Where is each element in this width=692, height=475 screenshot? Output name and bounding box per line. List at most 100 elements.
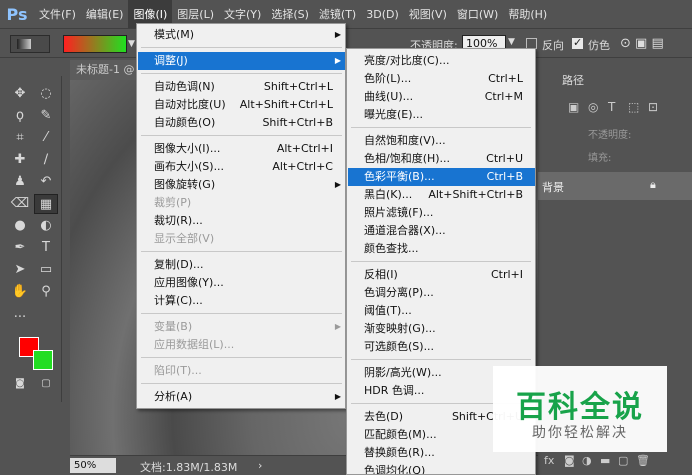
image-menu-item[interactable]: 自动颜色(O) Shift+Ctrl+B xyxy=(138,114,345,132)
crop-tool-icon[interactable]: ⌗ xyxy=(8,128,32,148)
dither-label: 仿色 xyxy=(588,39,610,52)
eyedropper-tool-icon[interactable]: ⁄ xyxy=(34,128,58,148)
adjustment-layer-icon[interactable]: ◑ xyxy=(582,454,592,467)
adjust-menu-item[interactable]: 照片滤镜(F)... xyxy=(348,204,535,222)
lasso-tool-icon[interactable]: ϙ xyxy=(8,106,32,126)
adjust-menu-item[interactable]: 自然饱和度(V)... xyxy=(348,132,535,150)
image-menu-item-label: 应用图像(Y)... xyxy=(154,276,224,289)
chevron-down-icon[interactable]: ▼ xyxy=(508,37,515,47)
chevron-right-icon[interactable]: › xyxy=(258,459,262,472)
layer-row[interactable]: 背景 🔒︎ xyxy=(538,172,692,200)
image-menu-item[interactable]: 图像大小(I)... Alt+Ctrl+I xyxy=(138,140,345,158)
new-layer-icon[interactable]: ▢ xyxy=(618,454,628,467)
type-filter-icon[interactable]: T xyxy=(608,100,615,114)
adjust-menu-item[interactable]: 色调均化(Q) xyxy=(348,462,535,474)
clone-stamp-tool-icon[interactable]: ♟ xyxy=(8,172,32,192)
dither-checkbox[interactable] xyxy=(572,36,583,49)
adjust-menu-item[interactable]: 色调分离(P)... xyxy=(348,284,535,302)
chevron-right-icon: ▶ xyxy=(334,30,341,39)
layer-filter-icons[interactable]: ▣ ◎ T ⬚ ⊡ xyxy=(538,96,692,120)
image-menu-item-label: 变量(B) xyxy=(154,320,193,333)
shape-filter-icon[interactable]: ⬚ xyxy=(628,100,639,114)
image-menu-item[interactable]: 图像旋转(G) ▶ xyxy=(138,176,345,194)
chevron-right-icon: ▶ xyxy=(334,322,341,331)
image-filter-icon[interactable]: ▣ xyxy=(568,100,579,114)
menu-edit[interactable]: 编辑(E) xyxy=(81,0,129,28)
zoom-level-input[interactable]: 50% xyxy=(70,458,116,473)
adjust-menu-item-label: 亮度/对比度(C)... xyxy=(364,54,450,67)
zoom-tool-icon[interactable]: ⚲ xyxy=(34,282,58,302)
brush-tool-icon[interactable]: ∕ xyxy=(34,150,58,170)
move-tool-icon[interactable]: ✥ xyxy=(8,84,32,104)
document-tab[interactable]: 未标题-1 @ xyxy=(70,60,136,80)
image-menu-item[interactable]: 应用图像(Y)... xyxy=(138,274,345,292)
workspace-icons[interactable]: ⊙ ▣ ▤ xyxy=(620,36,664,51)
panel-tabs: 路径 xyxy=(538,68,692,90)
adjust-menu-item-shortcut: Ctrl+L xyxy=(488,72,523,85)
adjust-menu-item-shortcut: Alt+Shift+Ctrl+B xyxy=(428,188,523,201)
adjust-menu-item[interactable]: 色彩平衡(B)... Ctrl+B xyxy=(348,168,535,186)
menu-separator xyxy=(141,73,342,74)
adjust-filter-icon[interactable]: ◎ xyxy=(588,100,598,114)
dodge-tool-icon[interactable]: ◐ xyxy=(34,216,58,236)
menu-window[interactable]: 窗口(W) xyxy=(452,0,503,28)
magic-wand-tool-icon[interactable]: ✎ xyxy=(34,106,58,126)
menu-3d[interactable]: 3D(D) xyxy=(361,0,404,28)
folder-icon[interactable]: ▬ xyxy=(600,454,610,467)
adjust-menu-item[interactable]: 色相/饱和度(H)... Ctrl+U xyxy=(348,150,535,168)
image-menu-item[interactable]: 分析(A) ▶ xyxy=(138,388,345,406)
adjust-menu-item-label: 替换颜色(R)... xyxy=(364,446,435,459)
blur-tool-icon[interactable]: ● xyxy=(8,216,32,236)
tab-paths[interactable]: 路径 xyxy=(562,72,584,88)
image-menu-item[interactable]: 调整(J) ▶ xyxy=(138,52,345,70)
healing-brush-tool-icon[interactable]: ✚ xyxy=(8,150,32,170)
mask-icon[interactable]: ◙ xyxy=(564,454,575,467)
marquee-tool-icon[interactable]: ◌ xyxy=(34,84,58,104)
panel-bottom-icons[interactable]: fx ◙ ◑ ▬ ▢ 🗑︎ xyxy=(538,450,692,472)
tool-preset-picker[interactable] xyxy=(10,35,50,53)
adjust-menu-item[interactable]: 黑白(K)... Alt+Shift+Ctrl+B xyxy=(348,186,535,204)
image-menu-item[interactable]: 复制(D)... xyxy=(138,256,345,274)
gradient-swatch[interactable] xyxy=(63,35,127,53)
background-color-swatch[interactable] xyxy=(33,350,53,370)
adjust-menu-item[interactable]: 阈值(T)... xyxy=(348,302,535,320)
adjust-menu-item[interactable]: 渐变映射(G)... xyxy=(348,320,535,338)
quick-mask-icon[interactable]: ◙ xyxy=(8,374,32,394)
screen-mode-icon[interactable]: ▢ xyxy=(34,374,58,394)
adjust-menu-item-label: 渐变映射(G)... xyxy=(364,322,436,335)
more-tools-icon[interactable]: ··· xyxy=(8,308,32,328)
type-tool-icon[interactable]: T xyxy=(34,238,58,258)
fx-icon[interactable]: fx xyxy=(544,454,554,467)
menu-separator xyxy=(141,313,342,314)
layer-opacity-label: 不透明度: xyxy=(588,130,632,141)
image-menu-item[interactable]: 画布大小(S)... Alt+Ctrl+C xyxy=(138,158,345,176)
menu-help[interactable]: 帮助(H) xyxy=(503,0,552,28)
trash-icon[interactable]: 🗑︎ xyxy=(636,454,650,467)
eraser-tool-icon[interactable]: ⌫ xyxy=(8,194,32,214)
rectangle-tool-icon[interactable]: ▭ xyxy=(34,260,58,280)
pen-tool-icon[interactable]: ✒ xyxy=(8,238,32,258)
smart-filter-icon[interactable]: ⊡ xyxy=(648,100,658,114)
image-menu-item[interactable]: 裁切(R)... xyxy=(138,212,345,230)
adjust-menu-item[interactable]: 亮度/对比度(C)... xyxy=(348,52,535,70)
menu-file[interactable]: 文件(F) xyxy=(34,0,81,28)
adjust-menu-item-shortcut: Ctrl+M xyxy=(484,90,523,103)
menu-view[interactable]: 视图(V) xyxy=(404,0,452,28)
adjust-menu-item[interactable]: 色阶(L)... Ctrl+L xyxy=(348,70,535,88)
adjust-menu-item[interactable]: 通道混合器(X)... xyxy=(348,222,535,240)
image-menu-item[interactable]: 自动对比度(U) Alt+Shift+Ctrl+L xyxy=(138,96,345,114)
path-selection-tool-icon[interactable]: ➤ xyxy=(8,260,32,280)
image-menu-item[interactable]: 计算(C)... xyxy=(138,292,345,310)
gradient-tool-icon[interactable]: ▦ xyxy=(34,194,58,214)
hand-tool-icon[interactable]: ✋ xyxy=(8,282,32,302)
image-menu-item: 应用数据组(L)... xyxy=(138,336,345,354)
history-brush-tool-icon[interactable]: ↶ xyxy=(34,172,58,192)
adjust-menu-item[interactable]: 颜色查找... xyxy=(348,240,535,258)
image-menu-item[interactable]: 自动色调(N) Shift+Ctrl+L xyxy=(138,78,345,96)
adjust-menu-item[interactable]: 曲线(U)... Ctrl+M xyxy=(348,88,535,106)
adjust-menu-item[interactable]: 反相(I) Ctrl+I xyxy=(348,266,535,284)
adjust-menu-item[interactable]: 曝光度(E)... xyxy=(348,106,535,124)
adjust-menu-item[interactable]: 可选颜色(S)... xyxy=(348,338,535,356)
image-menu-item-label: 应用数据组(L)... xyxy=(154,338,235,351)
image-menu-item[interactable]: 模式(M) ▶ xyxy=(138,26,345,44)
